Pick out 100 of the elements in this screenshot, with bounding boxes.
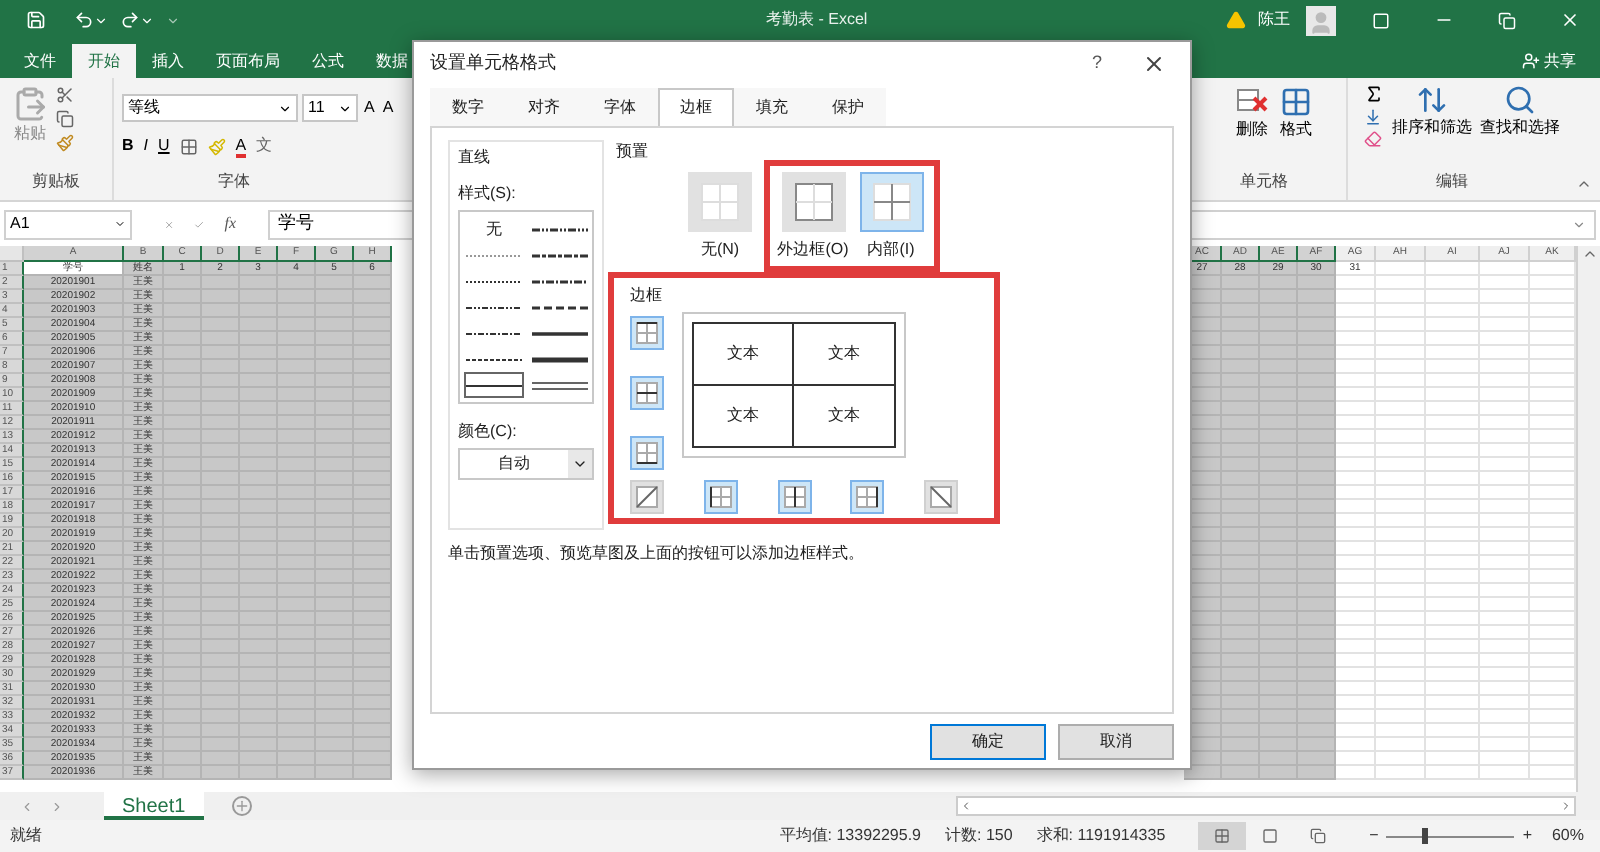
zoom-in-button[interactable]: + [1522,824,1532,848]
dialog-tab[interactable]: 对齐 [506,88,582,126]
border-grid-icon [636,442,658,464]
avatar[interactable] [1306,5,1336,35]
ribbon-tab[interactable]: 插入 [136,44,200,78]
color-dropdown[interactable]: 自动 [458,448,594,480]
line-style-option[interactable]: 无 [464,216,524,242]
clear-icon[interactable] [1364,130,1382,148]
line-sample-icon [532,275,588,287]
expand-formula-icon[interactable] [1572,217,1586,231]
restore-icon[interactable] [1498,11,1516,29]
preview-text: 文本 [828,341,860,366]
collapse-ribbon-icon[interactable] [1576,176,1592,192]
preset-button[interactable] [781,172,845,232]
insert-function-button[interactable]: fx [224,212,236,236]
border-grid-icon [783,486,805,508]
caret-icon[interactable] [94,13,108,27]
hint-text: 单击预置选项、预览草图及上面的按钮可以添加边框样式。 [448,542,866,566]
border-toggle-button[interactable] [630,480,664,514]
preview-text: 文本 [828,403,860,428]
border-grid-icon [856,486,879,508]
delete-cells-button[interactable]: 删除 [1236,86,1268,170]
dialog-tab[interactable]: 保护 [810,88,886,126]
fill-color-icon[interactable] [207,137,226,155]
page-icon [1261,828,1278,844]
help-button[interactable]: ? [1075,50,1118,78]
dialog-tab[interactable]: 字体 [582,88,658,126]
text-style-button[interactable]: B [122,134,134,158]
border-preset-icon [871,182,911,222]
close-icon[interactable] [1560,10,1580,30]
font-size-step-button[interactable]: A [380,96,396,120]
border-toggle-button[interactable] [630,376,664,410]
dialog-tab[interactable]: 数字 [430,88,506,126]
zoom-level[interactable]: 60% [1551,824,1584,848]
paste-button[interactable]: 粘贴 [12,86,48,170]
share-button[interactable]: 共享 [1522,44,1576,78]
close-icon[interactable] [1142,52,1166,76]
border-toggle-button[interactable] [703,480,738,514]
font-color-button[interactable]: A [235,135,247,157]
ribbon-display-icon[interactable] [1372,11,1390,29]
format-painter-icon[interactable] [56,134,74,152]
person-icon [1308,9,1334,35]
border-grid-icon [709,486,732,508]
autosum-icon[interactable] [1364,84,1384,104]
preset-group-label: 预置 [616,140,648,164]
zoom-out-button[interactable]: − [1369,824,1379,848]
border-toggle-button[interactable] [630,436,664,470]
font-size-step-button[interactable]: A [362,96,377,120]
preset-label: 外边框(O) [777,238,849,262]
undo-icon[interactable] [74,10,94,30]
format-cells-button[interactable]: 格式 [1280,86,1312,170]
ribbon-tab[interactable]: 开始 [72,44,136,78]
text-style-button[interactable]: U [158,134,170,158]
clipboard-icon [12,86,48,122]
fill-icon[interactable] [1364,108,1382,126]
ribbon-tab[interactable]: 数据 [360,44,424,78]
zoom-slider[interactable] [1386,828,1515,844]
dialog-tab[interactable]: 填充 [734,88,810,126]
sheet-tab[interactable]: Sheet1 [104,792,204,820]
customize-icon[interactable] [166,13,180,27]
dialog-button[interactable]: 取消 [1058,723,1174,759]
border-toggle-button[interactable] [630,316,664,350]
user-name[interactable]: 陈王 [1258,8,1290,32]
find-select-button[interactable]: 查找和选择 [1480,84,1560,170]
caret-icon[interactable] [140,13,154,27]
scroll-up-icon[interactable] [1581,246,1597,262]
border-toggle-button[interactable] [924,480,958,514]
zoom-thumb[interactable] [1422,828,1428,844]
view-button[interactable] [1197,822,1246,850]
dialog-tab[interactable]: 边框 [658,88,734,126]
preview-text: 文本 [727,341,759,366]
font-size-field[interactable]: 11 [302,94,358,122]
line-sample-icon [532,379,588,391]
copy-icon[interactable] [56,110,74,128]
group-label: 单元格 [1238,170,1290,194]
dropdown-caret-icon[interactable] [572,456,588,472]
diagonal-border-icon [636,486,658,508]
ribbon-tab[interactable]: 页面布局 [200,44,296,78]
border-group-label: 边框 [630,284,664,308]
dialog-button[interactable]: 确定 [930,723,1046,759]
border-preview[interactable]: 文本 文本 文本 文本 [682,312,906,458]
border-toggle-button[interactable] [850,480,885,514]
ribbon-tab[interactable]: 文件 [8,44,72,78]
save-icon[interactable] [26,10,46,30]
border-toggle-button[interactable] [777,480,811,514]
phonetic-button[interactable]: 文 [256,134,273,158]
status-text: 就绪 [10,824,42,848]
name-box[interactable]: A1 [4,209,132,239]
redo-icon[interactable] [120,10,140,30]
status-sum: 求和: 1191914335 [1036,824,1166,848]
cut-icon[interactable] [56,86,74,104]
font-name-field[interactable]: 等线 [122,94,298,122]
preset-button[interactable] [859,172,923,232]
borders-icon[interactable] [179,137,198,155]
line-style-option[interactable] [464,372,524,398]
text-style-button[interactable]: I [143,134,149,158]
vertical-scrollbar[interactable] [1576,246,1600,792]
color-value: 自动 [496,452,532,476]
ribbon-tab[interactable]: 公式 [296,44,360,78]
sort-filter-button[interactable]: 排序和筛选 [1392,84,1472,170]
